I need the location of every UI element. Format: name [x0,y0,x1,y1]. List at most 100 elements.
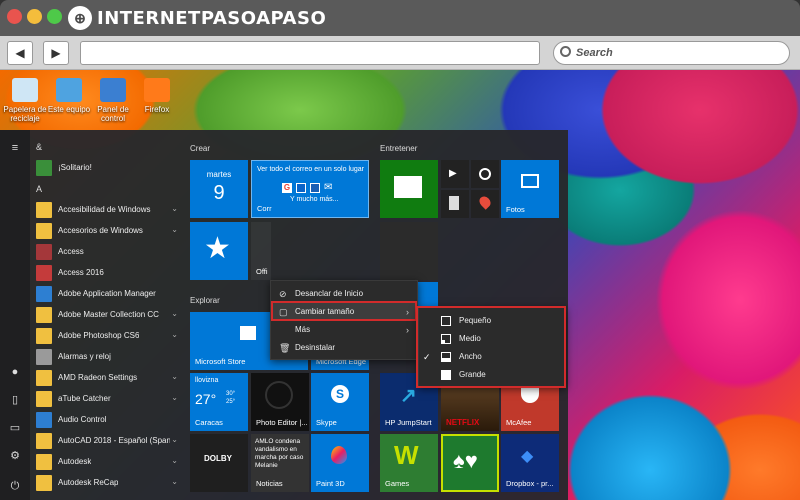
app-list-item[interactable]: Adobe Application Manager [30,283,182,304]
search-input[interactable]: Search [553,41,790,65]
photos-tile[interactable]: Fotos [501,160,559,218]
power-icon[interactable]: ⏻ [9,480,21,492]
pictures-icon[interactable]: ▭ [9,422,21,434]
app-list-item[interactable]: ¡Solitario! [30,157,182,178]
app-icon [36,369,52,386]
app-list-item[interactable]: Access 2016 [30,262,182,283]
app-label: Access 2016 [58,268,104,277]
desktop: Papelera de reciclaje Este equipo Panel de… [0,70,800,500]
calculator-icon [449,196,459,210]
mail-tile[interactable]: Ver todo el correo en un solo lugar G ✉ … [251,160,369,218]
app-label: AutoCAD 2018 - Español (Spanis... [58,436,170,445]
app-list-item[interactable]: AutoCAD 2018 - Español (Spanis...⌄ [30,430,182,451]
address-bar[interactable] [80,41,540,65]
document-icon[interactable]: ▯ [9,394,21,406]
app-list-item[interactable]: Access [30,241,182,262]
app-icon [36,306,52,323]
chevron-down-icon[interactable]: ⌄ [171,456,178,465]
calendar-day: martes [206,170,232,179]
firefox-icon [144,78,170,102]
app-list-item[interactable]: Accesorios de Windows ⌄ [30,220,182,241]
desktop-icon[interactable]: Este equipo [46,78,92,114]
map-pin-icon [477,194,493,210]
xbox-tile[interactable] [380,160,438,218]
app-list-letter-header[interactable]: & [30,136,182,157]
chevron-down-icon[interactable]: ⌄ [171,477,178,486]
movies-tile[interactable]: ▶ [441,160,469,188]
chevron-down-icon[interactable]: ⌄ [171,435,178,444]
app-label: Accesibilidad de Windows [58,205,151,214]
app-list-item[interactable]: Adobe Master Collection CC ⌄ [30,304,182,325]
news-tile[interactable]: AMLO condena vandalismo en marcha por ca… [251,434,309,492]
paint3d-tile[interactable]: Paint 3D [311,434,369,492]
weather-status: llovizna [195,377,219,384]
app-icon [36,201,52,218]
forward-button[interactable]: ▶ [43,41,69,65]
app-list-letter-header[interactable]: A [30,178,182,199]
weather-tile[interactable]: llovizna 27° 30° 25° Caracas [190,373,248,431]
app-list-item[interactable]: aTube Catcher ⌄ [30,388,182,409]
app-list-item[interactable]: Accesibilidad de Windows ⌄ [30,199,182,220]
context-menu-item[interactable]: Más › [271,321,417,339]
app-list-item[interactable]: Alarmas y reloj [30,346,182,367]
app-icon [36,243,52,260]
start-rail: ≡ ● ▯ ▭ ⚙ ⏻ [0,130,30,500]
hp-label: HP JumpStart [385,418,432,427]
settings-icon[interactable]: ⚙ [9,450,21,462]
logo-icon: ⊕ [68,6,92,30]
close-window-button[interactable] [7,9,22,24]
context-menu-item-label: Desanclar de Inicio [295,289,364,298]
app-label: Audio Control [58,415,107,424]
games-tile[interactable]: W Games [380,434,438,492]
chevron-down-icon[interactable]: ⌄ [171,393,178,402]
favorites-tile[interactable]: ★ [190,222,248,280]
office-tile[interactable]: Offi [251,222,271,280]
maximize-window-button[interactable] [47,9,62,24]
desktop-icon-label: Panel de control [97,105,129,123]
app-label: Adobe Application Manager [58,289,156,298]
browser-titlebar: ⊕ INTERNETPASOAPASO [0,0,800,36]
desktop-icon[interactable]: Firefox [134,78,180,114]
app-list-item[interactable]: AMD Radeon Settings ⌄ [30,367,182,388]
app-list-item[interactable]: Autodesk ⌄ [30,451,182,472]
maps-tile[interactable] [471,190,499,218]
app-label: Autodesk [58,457,92,466]
groove-tile[interactable] [471,160,499,188]
app-icon [36,432,52,449]
forward-arrow-icon: ▶ [51,46,61,60]
chevron-down-icon[interactable]: ⌄ [171,372,178,381]
dropbox-tile[interactable]: ◆ Dropbox - pr... [501,434,559,492]
desktop-icon-label: Este equipo [47,105,91,114]
skype-tile[interactable]: S Skype [311,373,369,431]
mail-envelope-icon: ✉ [324,182,333,193]
desktop-icon[interactable]: Papelera de reciclaje [2,78,48,123]
wildtangent-icon: W [394,440,419,470]
back-button[interactable]: ◀ [7,41,33,65]
calendar-tile[interactable]: martes 9 [190,160,248,218]
app-list-item[interactable]: Audio Control [30,409,182,430]
chevron-down-icon[interactable]: ⌄ [171,330,178,339]
app-label: Adobe Master Collection CC [58,310,159,319]
context-menu-item-label: Más [295,325,311,334]
minimize-window-button[interactable] [27,9,42,24]
chevron-down-icon[interactable]: ⌄ [171,204,178,213]
app-list-item[interactable]: Autodesk ReCap ⌄ [30,472,182,493]
user-icon[interactable]: ● [9,366,21,378]
calculator-tile[interactable] [441,190,469,218]
solitaire-tile[interactable]: ♠♥ [441,434,499,492]
desktop-icon-label: Papelera de reciclaje [3,105,47,123]
chevron-down-icon[interactable]: ⌄ [171,225,178,234]
app-icon [36,411,52,428]
control-panel-icon [100,78,126,102]
chevron-down-icon[interactable]: ⌄ [171,309,178,318]
desktop-icon[interactable]: Panel de control [90,78,136,123]
app-label: Access [58,247,84,256]
app-list-item[interactable]: Adobe Photoshop CS6 ⌄ [30,325,182,346]
film-icon: ▶ [449,168,457,179]
download-tile[interactable] [380,222,438,280]
dolby-tile[interactable]: DOLBY [190,434,248,492]
news-label: Noticias [256,479,283,488]
hamburger-menu-icon[interactable]: ≡ [9,142,21,154]
photo-editor-tile[interactable]: Photo Editor |... [251,373,309,431]
context-menu-item[interactable]: 🗑 Desinstalar [271,339,417,357]
